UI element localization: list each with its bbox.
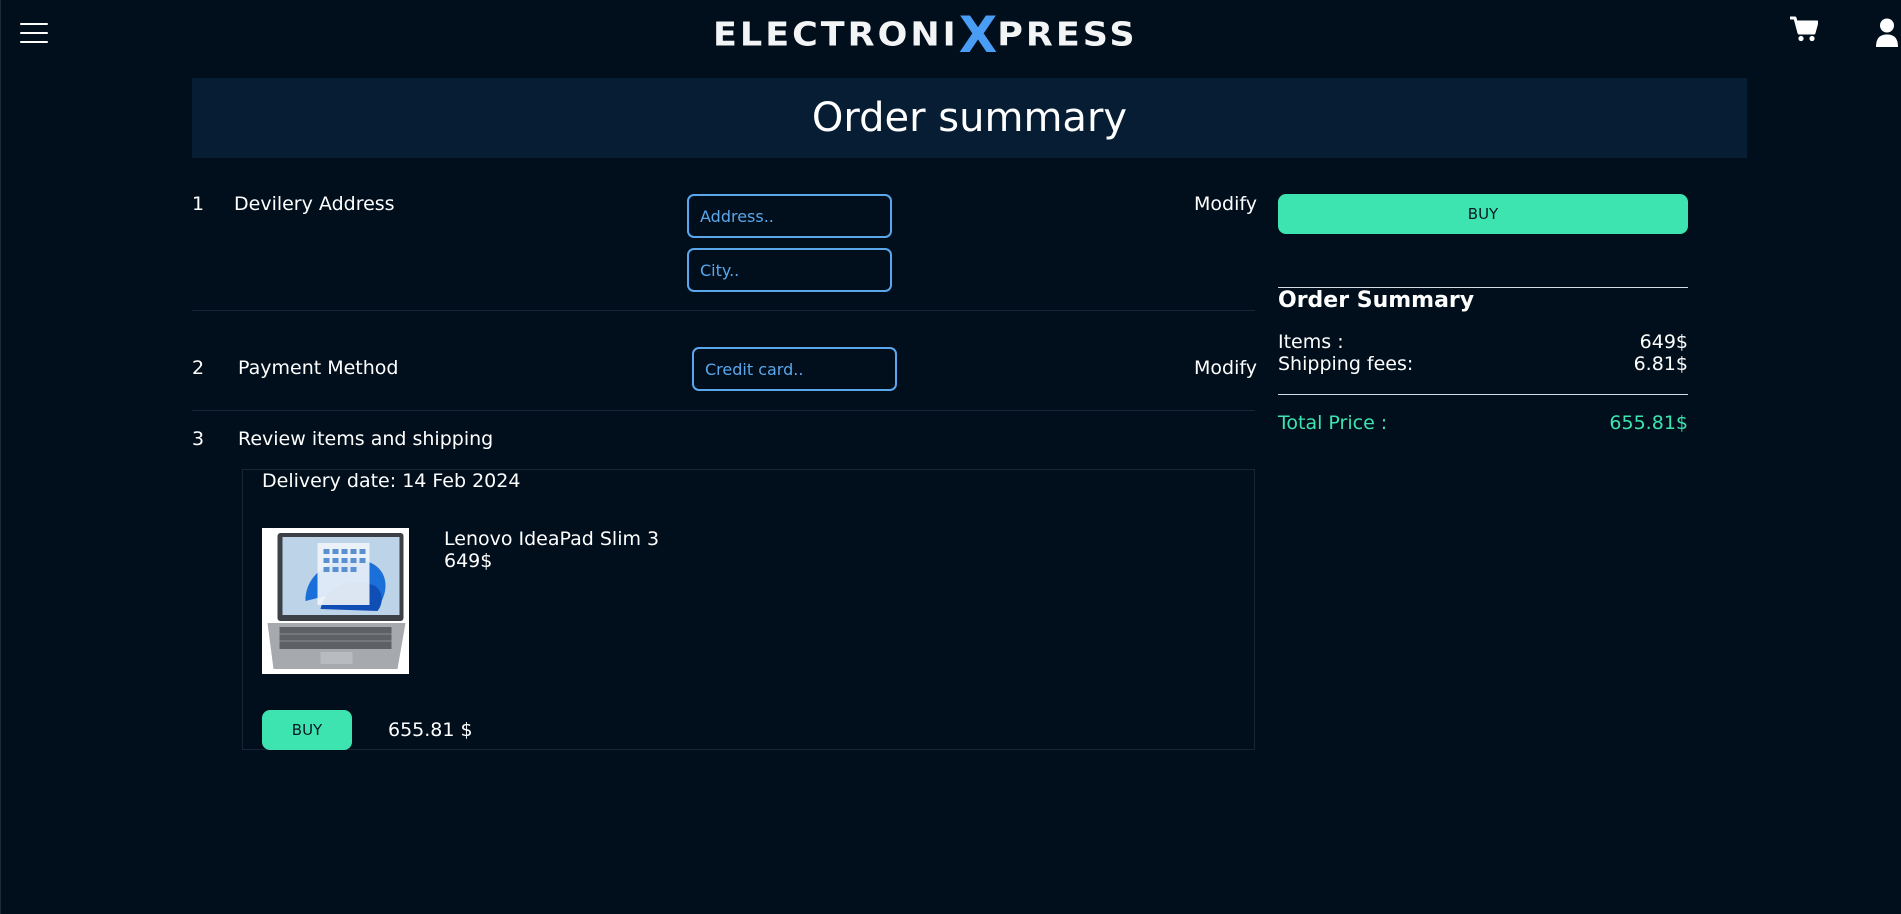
buy-button[interactable]: BUY [1278, 194, 1688, 234]
items-row: Items : 649$ [1278, 331, 1688, 353]
items-label: Items : [1278, 331, 1344, 353]
logo-x: X [958, 6, 998, 64]
shopping-cart-icon[interactable] [1790, 16, 1818, 42]
delivery-date: Delivery date: 14 Feb 2024 [262, 470, 521, 492]
order-summary-heading: Order Summary [1278, 288, 1475, 313]
logo-prefix: ELECTRONI [713, 16, 959, 54]
summary-divider [1278, 394, 1688, 395]
address-input[interactable] [687, 194, 892, 238]
review-items-panel: Delivery date: 14 Feb 2024 Lenovo IdeaPa… [242, 469, 1255, 750]
site-logo[interactable]: ELECTRONIXPRESS [713, 6, 1135, 64]
product-name[interactable]: Lenovo IdeaPad Slim 3 [444, 528, 659, 550]
delivery-address-heading: Devilery Address [234, 193, 395, 215]
user-icon[interactable] [1875, 18, 1899, 47]
step-number-review: 3 [192, 428, 205, 450]
top-navbar: ELECTRONIXPRESS [1, 0, 1901, 78]
step-number-address: 1 [192, 193, 205, 215]
shipping-fees-label: Shipping fees: [1278, 353, 1414, 375]
page-title-banner: Order summary [192, 78, 1747, 158]
credit-card-input[interactable] [692, 347, 897, 391]
review-items-heading: Review items and shipping [238, 428, 494, 450]
item-total-price: 655.81 $ [388, 719, 473, 741]
hamburger-menu-icon[interactable] [20, 22, 48, 44]
order-summary-page: ELECTRONIXPRESS Order summary 1 Devilery… [0, 0, 1901, 914]
page-title: Order summary [811, 95, 1128, 141]
items-value: 649$ [1639, 331, 1688, 353]
section-divider [192, 310, 1255, 311]
modify-address-link[interactable]: Modify [1194, 193, 1257, 215]
modify-payment-link[interactable]: Modify [1194, 357, 1257, 379]
payment-method-heading: Payment Method [238, 357, 399, 379]
logo-suffix: PRESS [997, 16, 1138, 54]
shipping-fees-value: 6.81$ [1633, 353, 1688, 375]
buy-item-button[interactable]: BUY [262, 710, 352, 750]
step-number-payment: 2 [192, 357, 205, 379]
total-price-label: Total Price : [1278, 412, 1388, 434]
total-price-value: 655.81$ [1609, 412, 1688, 434]
shipping-fees-row: Shipping fees: 6.81$ [1278, 353, 1688, 375]
city-input[interactable] [687, 248, 892, 292]
product-price: 649$ [444, 550, 493, 572]
section-divider [192, 410, 1255, 411]
product-image[interactable] [262, 528, 409, 674]
total-price-row: Total Price : 655.81$ [1278, 412, 1688, 434]
